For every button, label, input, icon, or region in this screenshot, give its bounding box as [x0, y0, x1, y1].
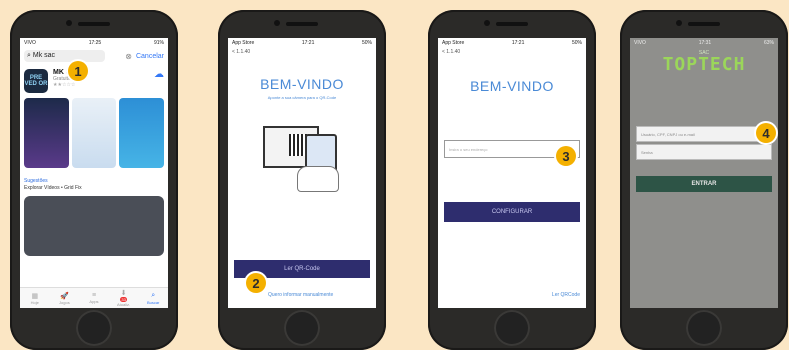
status-bar: App Store 17:21 50%	[228, 38, 376, 48]
read-qr-link[interactable]: Ler QRCode	[552, 292, 580, 298]
step-badge-2: 2	[246, 273, 266, 293]
cancel-button[interactable]: Cancelar	[136, 53, 164, 60]
screenshot-3[interactable]	[119, 98, 165, 168]
back-to-app-store[interactable]: App Store	[442, 40, 464, 46]
search-text: Mk sac	[32, 52, 56, 59]
battery: 50%	[571, 40, 582, 46]
tab-label: Jogos	[59, 299, 70, 305]
login-button[interactable]: ENTRAR	[636, 176, 772, 192]
search-icon: ⌕	[151, 291, 156, 299]
step-badge-4: 4	[756, 123, 776, 143]
home-button[interactable]	[494, 310, 530, 346]
welcome-subtitle: Aponte a sua câmera para o QR-Code	[267, 95, 337, 100]
screen-login: VIVO 17:31 63% SAC TOPTECH Usuário, CPF,…	[630, 38, 778, 308]
app-result[interactable]: PRE VED OR MK SAC Gratuito ★★☆☆☆ ☁	[20, 64, 168, 98]
screen-app-store: VIVO 17:25 91% ⌕ Mk sac ⊗ Cancelar PRE V…	[20, 38, 168, 308]
phone-3: App Store 17:21 50% < 1.1.40 BEM-VINDO I…	[428, 10, 596, 350]
screenshot-1[interactable]	[24, 98, 69, 168]
camera	[274, 20, 280, 26]
phone-1: VIVO 17:25 91% ⌕ Mk sac ⊗ Cancelar PRE V…	[10, 10, 178, 350]
version: < 1.1.40	[232, 49, 251, 55]
logo-toptech: TOPTECH	[662, 54, 746, 75]
rocket-icon: 🚀	[60, 292, 69, 300]
tab-bar: ▦ Hoje 🚀 Jogos ≡ Apps ⬇ 33 Atualiz. ⌕ Buscar	[20, 287, 168, 308]
camera	[484, 20, 490, 26]
tab-label: Atualiz.	[117, 302, 131, 307]
tab-today[interactable]: ▦ Hoje	[20, 288, 50, 308]
tab-search[interactable]: ⌕ Buscar	[138, 288, 168, 308]
phone-2: App Store 17:21 50% < 1.1.40 BEM-VINDO A…	[218, 10, 386, 350]
speaker	[496, 22, 528, 26]
battery: 63%	[763, 40, 774, 46]
speaker	[688, 22, 720, 26]
qr-scan-illustration	[257, 118, 347, 198]
screen-configure: App Store 17:21 50% < 1.1.40 BEM-VINDO I…	[438, 38, 586, 308]
welcome-title: BEM-VINDO	[470, 78, 554, 94]
version: < 1.1.40	[442, 49, 461, 55]
search-input[interactable]: ⌕ Mk sac	[24, 50, 106, 62]
carrier: VIVO	[634, 40, 646, 46]
username-input[interactable]: Usuário, CPF, CNPJ ou e-mail	[636, 126, 772, 142]
carrier: VIVO	[24, 40, 36, 46]
manual-entry-link[interactable]: Quero informar manualmente	[268, 292, 333, 298]
speaker	[78, 22, 110, 26]
step-badge-1: 1	[68, 61, 88, 81]
tab-label: Apps	[89, 299, 99, 304]
home-button[interactable]	[76, 310, 112, 346]
battery: 50%	[361, 40, 372, 46]
screenshot-2[interactable]	[71, 98, 117, 168]
password-input[interactable]: Senha	[636, 144, 772, 160]
configure-button[interactable]: CONFIGURAR	[444, 202, 580, 222]
screenshots	[20, 98, 168, 168]
tab-label: Buscar	[146, 299, 160, 305]
camera	[66, 20, 72, 26]
hand-icon	[297, 166, 339, 192]
home-button[interactable]	[284, 310, 320, 346]
clock: 17:21	[301, 40, 315, 46]
featured-banner[interactable]	[24, 196, 164, 256]
phone-4: VIVO 17:31 63% SAC TOPTECH Usuário, CPF,…	[620, 10, 788, 350]
tab-updates[interactable]: ⬇ 33 Atualiz.	[109, 288, 139, 308]
section-subtitle: Explorar Vídeos • Grid Fix	[24, 185, 82, 191]
clear-icon[interactable]: ⊗	[125, 52, 132, 61]
download-cloud-icon[interactable]: ☁	[154, 69, 164, 93]
home-button[interactable]	[686, 310, 722, 346]
step-badge-3: 3	[556, 146, 576, 166]
clock: 17:31	[698, 40, 712, 46]
screen-welcome-qr: App Store 17:21 50% < 1.1.40 BEM-VINDO A…	[228, 38, 376, 308]
camera	[676, 20, 682, 26]
back-to-app-store[interactable]: App Store	[232, 40, 254, 46]
app-rating: ★★☆☆☆	[53, 82, 76, 88]
tab-games[interactable]: 🚀 Jogos	[50, 288, 80, 308]
section-title: Sugestões	[24, 178, 48, 184]
clock: 17:25	[88, 40, 102, 46]
speaker	[286, 22, 318, 26]
tab-apps[interactable]: ≡ Apps	[79, 288, 109, 308]
download-icon: ⬇	[120, 290, 127, 297]
layers-icon: ≡	[91, 292, 97, 299]
status-bar: VIVO 17:31 63%	[630, 38, 778, 48]
battery: 91%	[153, 40, 164, 46]
status-bar: VIVO 17:25 91%	[20, 38, 168, 48]
app-icon[interactable]: PRE VED OR	[24, 69, 48, 93]
welcome-title: BEM-VINDO	[260, 76, 344, 92]
today-icon: ▦	[31, 292, 39, 300]
status-bar: App Store 17:21 50%	[438, 38, 586, 48]
clock: 17:21	[511, 40, 525, 46]
tab-label: Hoje	[30, 299, 39, 305]
search-bar: ⌕ Mk sac ⊗ Cancelar	[20, 48, 168, 64]
